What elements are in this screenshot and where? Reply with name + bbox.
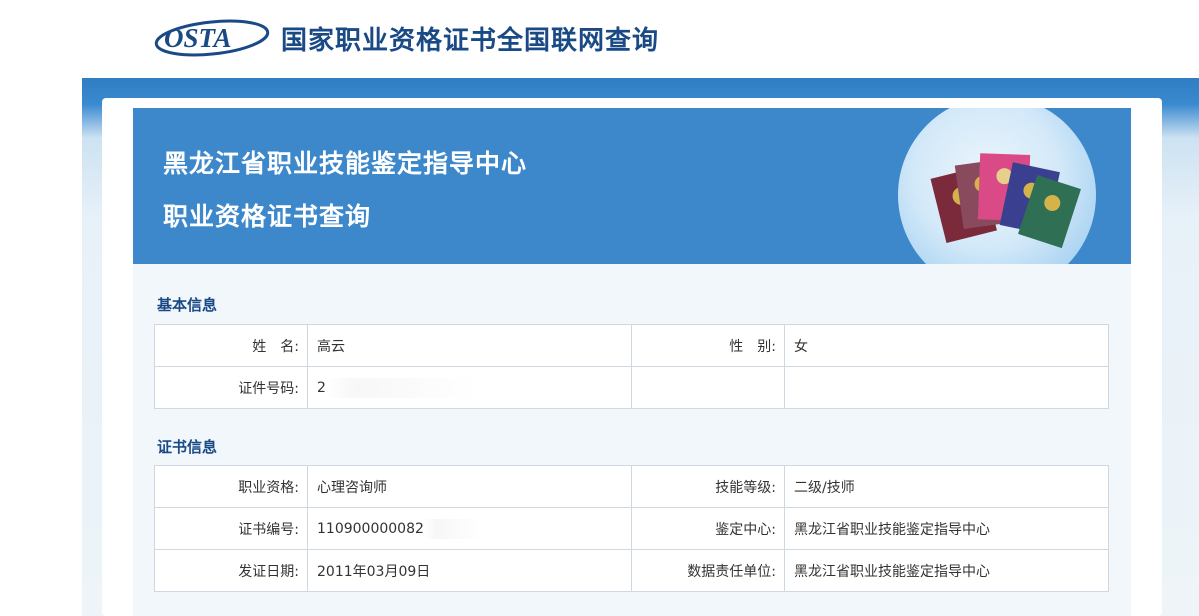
basic-info-table: 姓 名: 高云 性 别: 女 证件号码: 2 (154, 324, 1109, 409)
result-content: 基本信息 姓 名: 高云 性 别: 女 证件号码: 2 证书信息 职业资格: 心… (133, 264, 1131, 616)
redaction-mask (423, 518, 484, 539)
query-banner: 黑龙江省职业技能鉴定指导中心 职业资格证书查询 (133, 108, 1131, 264)
issue-date-value: 2011年03月09日 (307, 549, 632, 592)
id-number-label: 证件号码: (154, 366, 308, 409)
qualification-value: 心理咨询师 (307, 465, 632, 508)
cert-info-table: 职业资格: 心理咨询师 技能等级: 二级/技师 证书编号: 1109000000… (154, 465, 1109, 592)
certificate-books-icon (930, 153, 1081, 249)
skill-level-value: 二级/技师 (784, 465, 1109, 508)
assessment-center-value: 黑龙江省职业技能鉴定指导中心 (784, 507, 1109, 550)
site-header: OSTA 国家职业资格证书全国联网查询 (0, 0, 1199, 78)
data-responsible-label: 数据责任单位: (631, 549, 785, 592)
site-title: 国家职业资格证书全国联网查询 (281, 26, 660, 56)
logo-text: OSTA (164, 23, 232, 53)
issue-date-label: 发证日期: (154, 549, 308, 592)
name-value: 高云 (307, 324, 632, 367)
empty-label (631, 366, 785, 409)
gender-label: 性 别: (631, 324, 785, 367)
id-number-value: 2 (317, 379, 326, 396)
osta-logo[interactable]: OSTA (152, 14, 270, 60)
section-title-cert-info: 证书信息 (157, 438, 218, 456)
data-responsible-value: 黑龙江省职业技能鉴定指导中心 (784, 549, 1109, 592)
cert-number-cell: 110900000082 (307, 507, 632, 550)
skill-level-label: 技能等级: (631, 465, 785, 508)
banner-title-query: 职业资格证书查询 (163, 202, 372, 231)
table-row: 职业资格: 心理咨询师 技能等级: 二级/技师 (154, 465, 1109, 508)
section-title-basic-info: 基本信息 (157, 296, 218, 314)
gender-value: 女 (784, 324, 1109, 367)
cert-number-label: 证书编号: (154, 507, 308, 550)
table-row: 发证日期: 2011年03月09日 数据责任单位: 黑龙江省职业技能鉴定指导中心 (154, 549, 1109, 592)
cert-number-value: 110900000082 (317, 520, 424, 537)
redaction-mask (325, 377, 476, 398)
banner-title-org: 黑龙江省职业技能鉴定指导中心 (163, 149, 528, 178)
table-row: 证书编号: 110900000082 鉴定中心: 黑龙江省职业技能鉴定指导中心 (154, 507, 1109, 550)
table-row: 证件号码: 2 (154, 366, 1109, 409)
id-number-cell: 2 (307, 366, 632, 409)
assessment-center-label: 鉴定中心: (631, 507, 785, 550)
table-row: 姓 名: 高云 性 别: 女 (154, 324, 1109, 367)
empty-value (784, 366, 1109, 409)
name-label: 姓 名: (154, 324, 308, 367)
qualification-label: 职业资格: (154, 465, 308, 508)
